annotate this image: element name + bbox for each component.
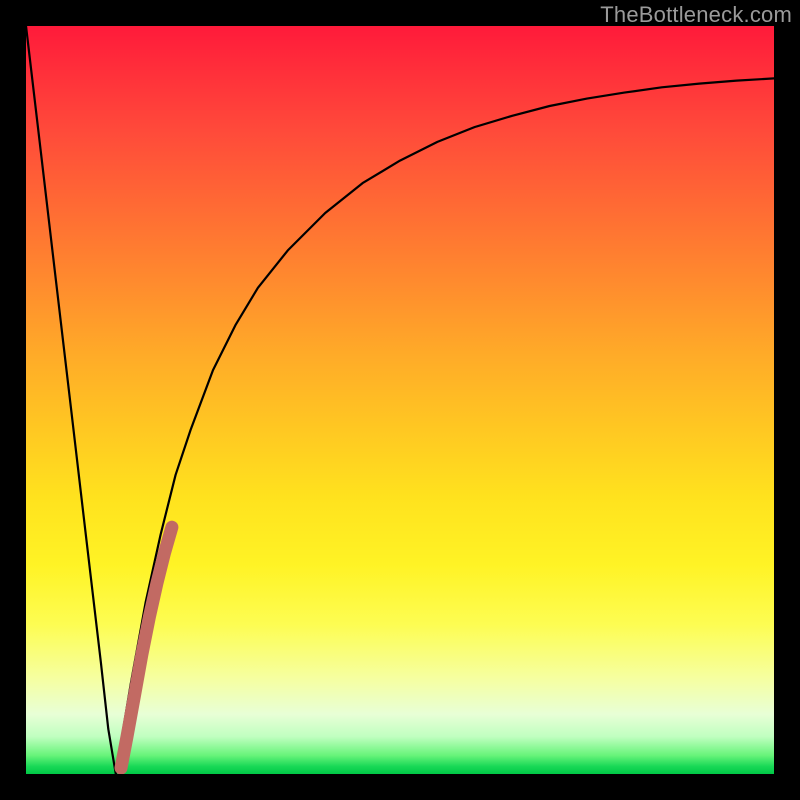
highlighted-segment: [121, 527, 172, 768]
plot-area: [26, 26, 774, 774]
curve-layer: [26, 26, 774, 774]
watermark-text: TheBottleneck.com: [600, 2, 792, 28]
chart-frame: TheBottleneck.com: [0, 0, 800, 800]
